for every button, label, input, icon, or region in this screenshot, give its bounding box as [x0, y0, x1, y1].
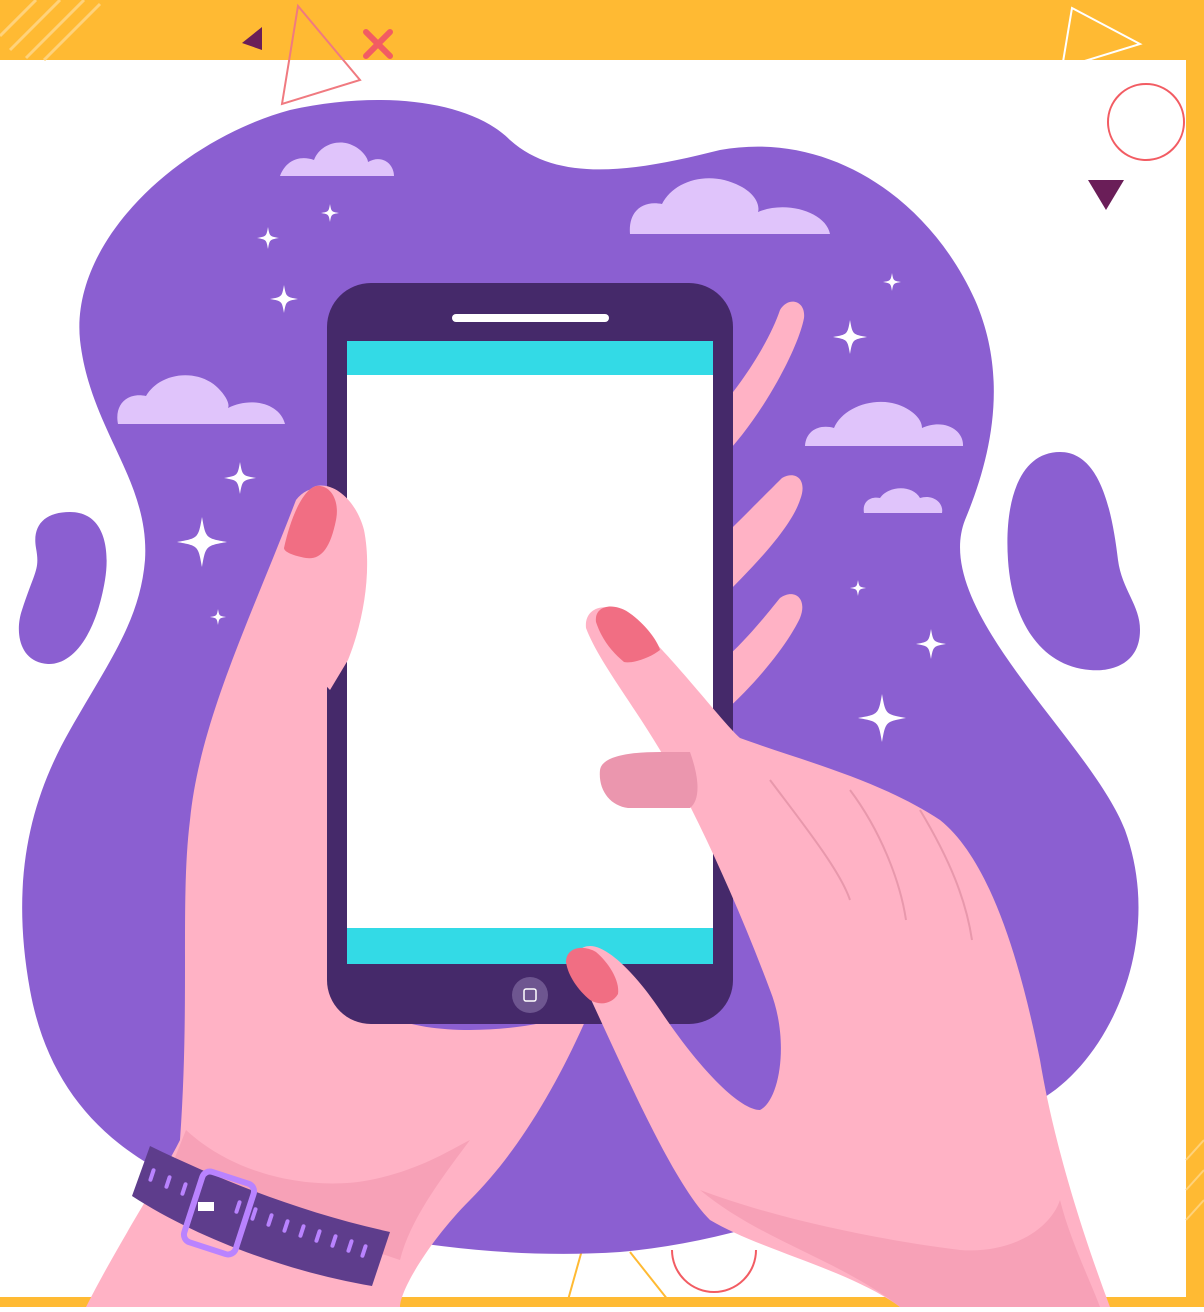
background-blob-small-left [18, 512, 107, 665]
circle-icon [1107, 83, 1185, 161]
home-button-icon[interactable] [512, 977, 548, 1013]
right-hand-fold [599, 752, 698, 808]
illustration [0, 0, 1204, 1307]
circle-icon [671, 1249, 757, 1293]
frame-right [1186, 0, 1204, 1307]
phone-speaker [452, 314, 609, 322]
triangle-icon [1088, 180, 1124, 210]
phone-top-bar [347, 341, 713, 375]
phone-bottom-bar [347, 928, 713, 964]
triangle-icon [567, 1249, 669, 1301]
illustration-canvas [0, 0, 1204, 1307]
background-blob-small-right [1007, 452, 1140, 671]
smartphone [327, 283, 733, 1024]
frame-top [0, 0, 1204, 60]
